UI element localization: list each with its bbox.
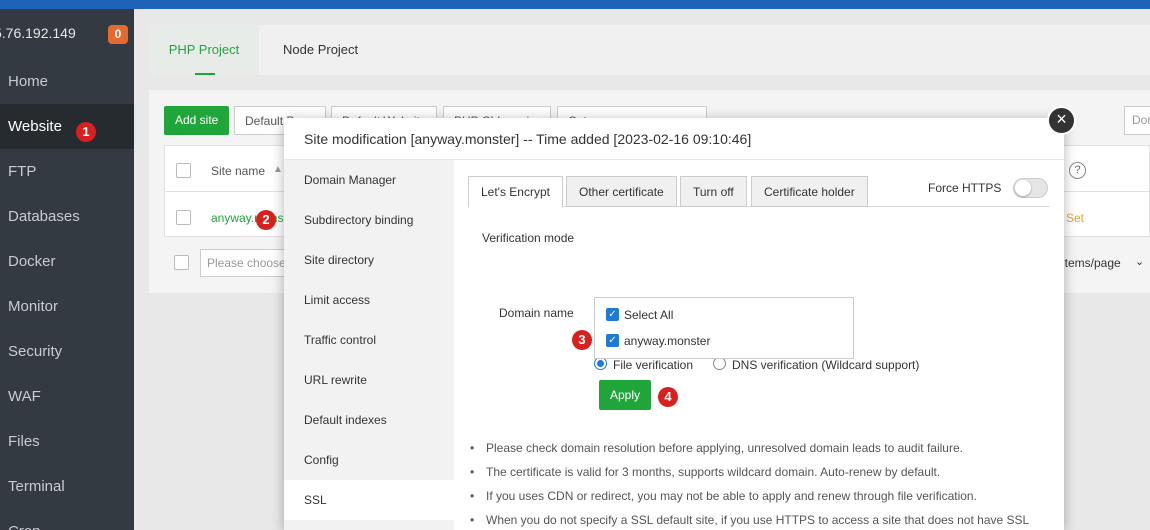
sort-up-icon[interactable]: ▲ <box>273 164 283 175</box>
row-checkbox[interactable] <box>176 210 191 225</box>
note-item: If you uses CDN or redirect, you may not… <box>470 484 1050 508</box>
chevron-down-icon[interactable]: ⌄ <box>1135 255 1144 268</box>
top-bar <box>0 0 1150 9</box>
nav-ssl[interactable]: SSL <box>284 480 454 520</box>
sidebar-item-cron[interactable]: Cron <box>0 509 134 530</box>
step-marker-3: 3 <box>572 330 592 350</box>
force-https-label: Force HTTPS <box>928 181 1002 195</box>
items-per-page-select[interactable]: items/page <box>1062 256 1121 270</box>
nav-config[interactable]: Config <box>284 440 454 480</box>
sidebar-item-terminal[interactable]: Terminal <box>0 464 134 509</box>
nav-subdirectory-binding[interactable]: Subdirectory binding <box>284 200 454 240</box>
sidebar-item-website[interactable]: Website <box>0 104 134 149</box>
domain-label[interactable]: anyway.monster <box>624 334 710 348</box>
nav-site-directory[interactable]: Site directory <box>284 240 454 280</box>
step-marker-2: 2 <box>256 210 276 230</box>
row-set-link[interactable]: Set <box>1066 211 1084 225</box>
verification-mode-label: Verification mode <box>482 231 575 245</box>
domain-checkbox[interactable]: ✓ <box>606 334 619 347</box>
tab-other-certificate[interactable]: Other certificate <box>566 176 677 207</box>
project-tabs: PHP Project Node Project <box>149 25 1150 75</box>
site-name-header[interactable]: Site name <box>211 164 265 178</box>
server-ip: 5.76.192.149 <box>0 25 76 41</box>
select-all-checkbox[interactable]: ✓ <box>606 308 619 321</box>
ssl-notes: Please check domain resolution before ap… <box>470 436 1050 530</box>
nav-default-indexes[interactable]: Default indexes <box>284 400 454 440</box>
tab-turn-off[interactable]: Turn off <box>680 176 747 207</box>
batch-action-select[interactable]: Please choose <box>200 249 290 277</box>
note-item: Please check domain resolution before ap… <box>470 436 1050 460</box>
nav-url-rewrite[interactable]: URL rewrite <box>284 360 454 400</box>
sidebar-item-monitor[interactable]: Monitor <box>0 284 134 329</box>
sidebar-item-files[interactable]: Files <box>0 419 134 464</box>
tab-php-project[interactable]: PHP Project <box>149 25 259 75</box>
nav-domain-manager[interactable]: Domain Manager <box>284 160 454 200</box>
file-verification-label[interactable]: File verification <box>613 358 693 372</box>
add-site-button[interactable]: Add site <box>164 106 230 135</box>
domain-search-input[interactable]: Dom <box>1124 106 1150 135</box>
apply-button[interactable]: Apply <box>599 380 651 410</box>
domain-list: ✓ Select All ✓ anyway.monster <box>594 297 854 359</box>
note-item: The certificate is valid for 3 months, s… <box>470 460 1050 484</box>
domain-name-label: Domain name <box>499 306 574 320</box>
sidebar: 5.76.192.149 0 Home Website FTP Database… <box>0 9 134 530</box>
nav-limit-access[interactable]: Limit access <box>284 280 454 320</box>
step-marker-1: 1 <box>76 122 96 142</box>
dns-verification-label[interactable]: DNS verification (Wildcard support) <box>732 358 919 372</box>
help-icon[interactable]: ? <box>1069 162 1086 179</box>
select-all-label[interactable]: Select All <box>624 308 673 322</box>
sidebar-item-databases[interactable]: Databases <box>0 194 134 239</box>
dialog-title: Site modification [anyway.monster] -- Ti… <box>284 118 1064 160</box>
tab-node-project[interactable]: Node Project <box>283 25 358 75</box>
sidebar-item-waf[interactable]: WAF <box>0 374 134 419</box>
select-all-sites-checkbox[interactable] <box>176 163 191 178</box>
step-marker-4: 4 <box>658 387 678 407</box>
notification-badge[interactable]: 0 <box>108 25 128 44</box>
site-modification-dialog: Site modification [anyway.monster] -- Ti… <box>284 118 1064 530</box>
nav-traffic-control[interactable]: Traffic control <box>284 320 454 360</box>
sidebar-item-docker[interactable]: Docker <box>0 239 134 284</box>
toggle-knob <box>1015 180 1031 196</box>
sidebar-item-ftp[interactable]: FTP <box>0 149 134 194</box>
tab-lets-encrypt[interactable]: Let's Encrypt <box>468 176 563 208</box>
dialog-nav: Domain Manager Subdirectory binding Site… <box>284 160 454 530</box>
sidebar-item-security[interactable]: Security <box>0 329 134 374</box>
bottom-checkbox[interactable] <box>174 255 189 270</box>
tab-certificate-holder[interactable]: Certificate holder <box>751 176 868 207</box>
note-item: When you do not specify a SSL default si… <box>470 508 1050 530</box>
ssl-pane: Let's Encrypt Other certificate Turn off… <box>454 160 1064 530</box>
sidebar-item-home[interactable]: Home <box>0 59 134 104</box>
force-https-toggle[interactable] <box>1013 178 1048 198</box>
close-dialog-button[interactable]: × <box>1047 106 1076 135</box>
